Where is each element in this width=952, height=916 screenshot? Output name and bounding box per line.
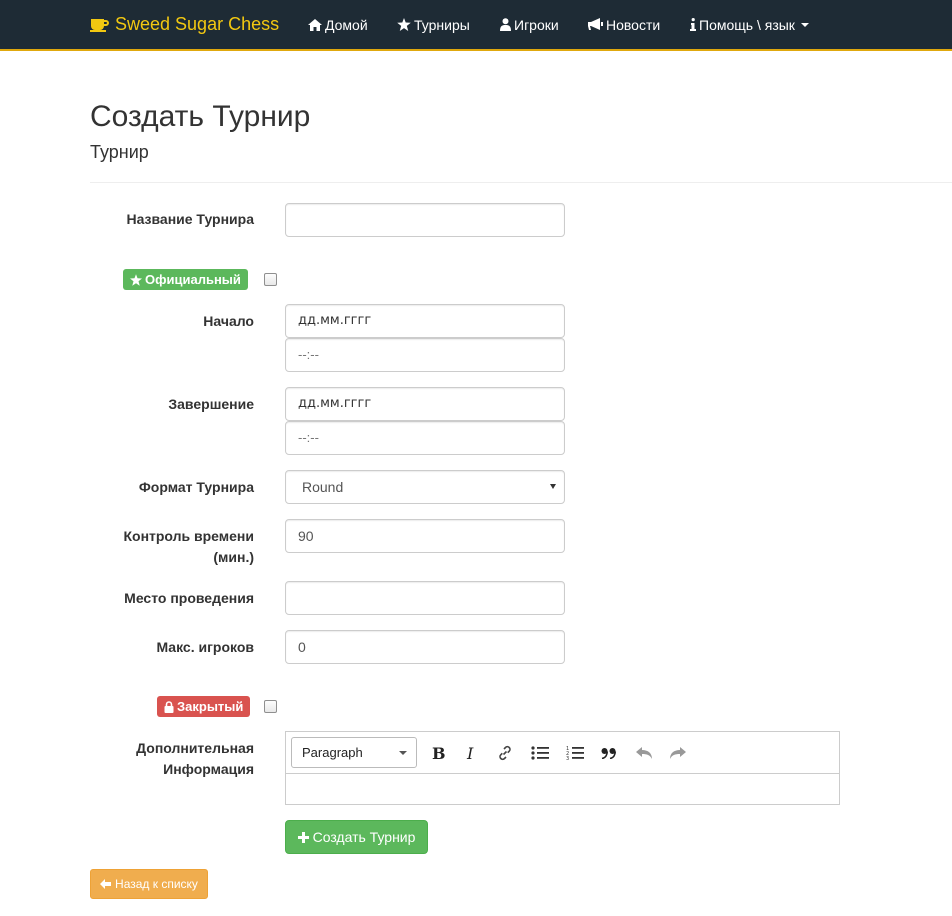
format-label: Формат Турнира <box>138 479 254 495</box>
chevron-down-icon <box>800 22 809 27</box>
home-icon <box>308 18 322 31</box>
link-button[interactable] <box>493 741 517 765</box>
nav-item-news[interactable]: Новости <box>588 0 660 49</box>
end-time-input[interactable]: --:-- <box>285 421 565 455</box>
paragraph-format-dropdown[interactable]: Paragraph <box>291 737 417 768</box>
brand-link[interactable]: Sweed Sugar Chess <box>90 0 279 49</box>
undo-icon <box>636 747 652 759</box>
svg-text:3: 3 <box>566 756 569 761</box>
italic-icon: I <box>466 745 474 761</box>
star-icon <box>130 273 142 286</box>
quote-icon <box>601 748 617 759</box>
end-label: Завершение <box>168 396 254 412</box>
create-tournament-label: Создать Турнир <box>312 829 416 845</box>
svg-text:I: I <box>466 745 474 761</box>
nav-item-help-language[interactable]: Помощь \ язык <box>690 0 809 49</box>
nav-item-players[interactable]: Игроки <box>500 0 559 49</box>
blockquote-button[interactable] <box>597 741 621 765</box>
nav-item-label: Домой <box>325 16 368 33</box>
back-to-list-button[interactable]: Назад к списку <box>90 869 208 899</box>
time-control-label-line1: Контроль времени <box>123 528 254 544</box>
chevron-down-icon <box>550 484 556 489</box>
coffee-cup-icon <box>90 19 109 32</box>
nav-item-home[interactable]: Домой <box>308 0 368 49</box>
brand-name: Sweed Sugar Chess <box>115 14 280 34</box>
editor-toolbar: Paragraph B I 1 2 3 <box>286 732 839 774</box>
max-players-label: Макс. игроков <box>156 639 254 655</box>
user-icon <box>500 18 511 31</box>
editor-content-area[interactable] <box>286 774 839 804</box>
nav-item-label: Помощь \ язык <box>699 16 795 33</box>
create-tournament-button[interactable]: Создать Турнир <box>285 820 428 854</box>
format-select[interactable]: Round <box>285 470 565 504</box>
official-badge: Официальный <box>123 269 248 290</box>
bold-icon: B <box>432 745 445 761</box>
venue-label: Место проведения <box>124 590 254 606</box>
lock-icon <box>164 700 174 713</box>
nav-item-tournaments[interactable]: Турниры <box>397 0 470 49</box>
undo-button[interactable] <box>632 741 656 765</box>
rich-text-editor: Paragraph B I 1 2 3 <box>285 731 840 805</box>
time-control-input[interactable]: 90 <box>285 519 565 553</box>
info-icon <box>690 18 696 31</box>
paragraph-format-value: Paragraph <box>302 745 363 760</box>
additional-info-label-line1: Дополнительная <box>136 740 254 756</box>
redo-button[interactable] <box>666 741 690 765</box>
time-control-label: Контроль времени (мин.) <box>123 526 254 568</box>
divider <box>90 182 952 183</box>
time-control-label-line2: (мин.) <box>213 549 254 565</box>
bulleted-list-button[interactable] <box>528 741 552 765</box>
start-date-input[interactable]: дд.мм.гггг <box>285 304 565 338</box>
closed-badge-label: Закрытый <box>177 699 244 714</box>
numbered-list-button[interactable]: 1 2 3 <box>563 741 587 765</box>
star-icon <box>397 18 411 31</box>
bullhorn-icon <box>588 18 603 30</box>
start-label: Начало <box>203 313 254 329</box>
official-badge-label: Официальный <box>145 272 241 287</box>
tournament-name-input[interactable] <box>285 203 565 237</box>
back-to-list-label: Назад к списку <box>115 877 198 891</box>
venue-input[interactable] <box>285 581 565 615</box>
closed-checkbox[interactable] <box>264 700 277 713</box>
link-icon <box>499 745 511 761</box>
chevron-down-icon <box>399 751 407 755</box>
additional-info-label-line2: Информация <box>163 761 254 777</box>
redo-icon <box>670 747 686 759</box>
page-subtitle: Турнир <box>90 142 149 162</box>
closed-badge: Закрытый <box>157 696 251 717</box>
svg-text:B: B <box>432 745 445 761</box>
additional-info-label: Дополнительная Информация <box>136 738 254 780</box>
nav-item-label: Новости <box>606 16 661 33</box>
page-title: Создать Турнир <box>90 100 311 133</box>
tournament-name-label: Название Турнира <box>126 211 254 227</box>
start-time-input[interactable]: --:-- <box>285 338 565 372</box>
official-checkbox[interactable] <box>264 273 277 286</box>
italic-button[interactable]: I <box>459 741 483 765</box>
bold-button[interactable]: B <box>426 741 450 765</box>
plus-icon <box>297 831 309 843</box>
nav-item-label: Игроки <box>514 16 559 33</box>
top-navbar: Sweed Sugar Chess Домой Турниры Игроки Н… <box>0 0 952 51</box>
end-date-input[interactable]: дд.мм.гггг <box>285 387 565 421</box>
nav-item-label: Турниры <box>414 16 470 33</box>
format-select-value: Round <box>302 479 344 495</box>
bulleted-list-icon <box>531 746 549 760</box>
max-players-input[interactable]: 0 <box>285 630 565 664</box>
arrow-left-icon <box>100 879 112 889</box>
numbered-list-icon: 1 2 3 <box>566 746 584 761</box>
